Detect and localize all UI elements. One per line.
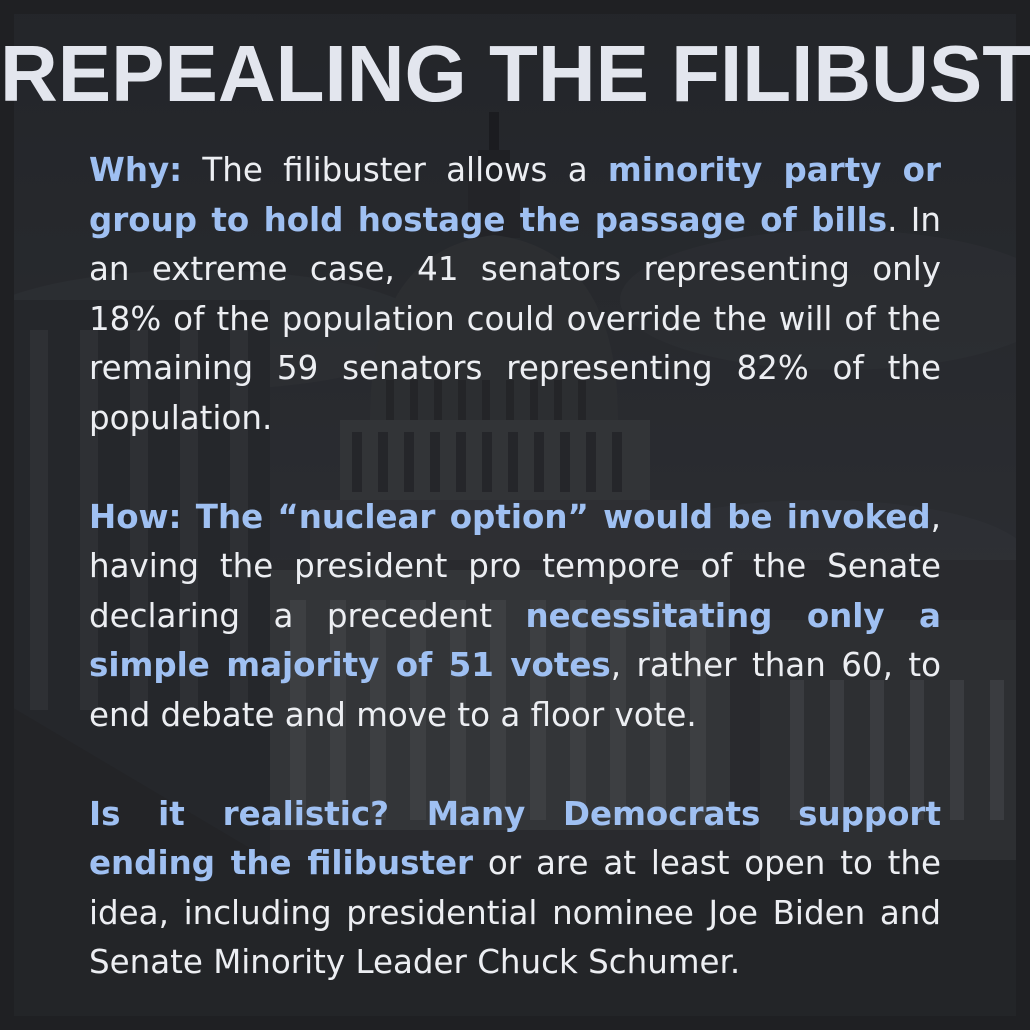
paragraph-how: How: The “nuclear option” would be invok… [89,493,941,741]
paragraph-why: Why: The filibuster allows a minority pa… [89,146,941,443]
paragraph-is-it-realistic: Is it realistic? Many Democrats support … [89,790,941,988]
highlighted-text: How: The “nuclear option” would be invok… [89,497,931,536]
body-text: Why: The filibuster allows a minority pa… [89,146,941,1030]
highlighted-text: Why: [89,151,183,189]
body-text-segment: The filibuster allows a [182,151,608,189]
infographic-card: REPEALING THE FILIBUSTER Why: The filibu… [0,0,1030,1030]
page-title: REPEALING THE FILIBUSTER [0,29,1030,118]
